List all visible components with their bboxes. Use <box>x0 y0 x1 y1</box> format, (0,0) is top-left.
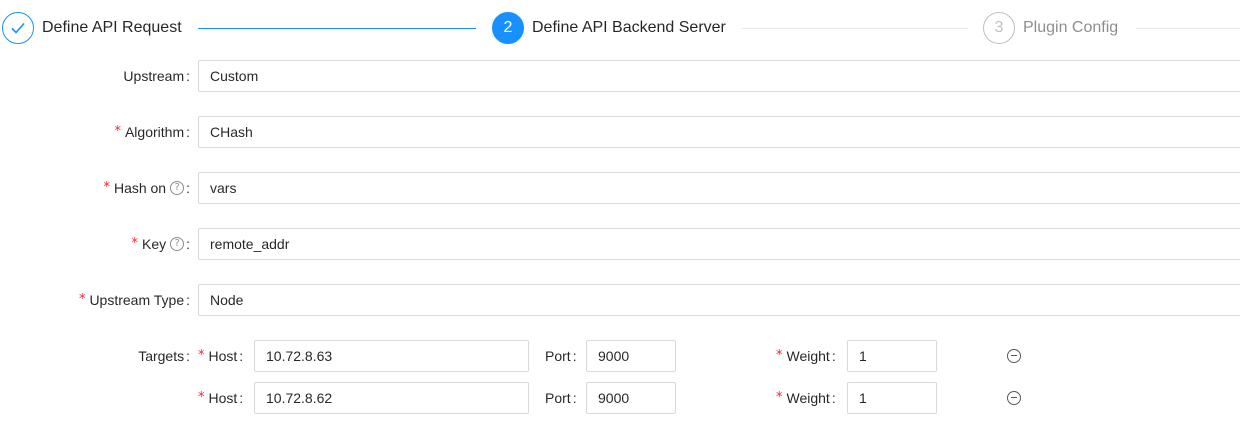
required-mark: * <box>114 124 121 139</box>
upstream-select[interactable]: Custom <box>198 60 1240 92</box>
weight-label-text: Weight <box>786 348 830 364</box>
required-mark: * <box>776 390 783 405</box>
step-2-number: 2 <box>503 19 513 36</box>
hash-on-label-colon: : <box>186 180 190 196</box>
required-mark: * <box>198 348 205 363</box>
upstream-label-colon: : <box>186 68 190 84</box>
weight-label: * Weight: <box>776 382 836 414</box>
key-select[interactable]: remote_addr <box>198 228 1240 260</box>
host-label-colon: : <box>239 348 244 364</box>
step-connector-3 <box>1136 28 1240 29</box>
required-mark: * <box>198 390 205 405</box>
targets-label-colon: : <box>186 348 190 364</box>
weight-label-colon: : <box>831 390 836 406</box>
minus-circle-icon[interactable] <box>1007 391 1021 405</box>
host-label: * Host: <box>198 340 243 372</box>
targets-label: Targets: <box>138 340 190 372</box>
upstream-type-row: * Upstream Type: Node <box>0 284 1240 316</box>
step-3-number-icon[interactable]: 3 <box>983 12 1015 44</box>
target-row-2: * Host: 10.72.8.62 Port: 9000 * Weight: 1 <box>0 382 1240 414</box>
upstream-type-select[interactable]: Node <box>198 284 1240 316</box>
hash-on-select[interactable]: vars <box>198 172 1240 204</box>
port-label: Port: <box>545 340 577 372</box>
required-mark: * <box>776 348 783 363</box>
host-label-text: Host <box>208 348 238 364</box>
check-icon <box>11 22 25 34</box>
required-mark: * <box>103 180 110 195</box>
weight-label: * Weight: <box>776 340 836 372</box>
weight-label-colon: : <box>831 348 836 364</box>
question-circle-icon[interactable]: ? <box>170 181 185 195</box>
targets-label-text: Targets <box>138 348 185 364</box>
step-2-title[interactable]: Define API Backend Server <box>532 17 726 39</box>
host-label-text: Host <box>208 390 238 406</box>
hash-on-row: * Hash on?: vars <box>0 172 1240 204</box>
step-1-check-icon[interactable] <box>2 12 34 44</box>
port-label-colon: : <box>572 348 577 364</box>
weight-label-text: Weight <box>786 390 830 406</box>
port-label: Port: <box>545 382 577 414</box>
step-connector-1 <box>198 28 476 29</box>
minus-circle-icon[interactable] <box>1007 349 1021 363</box>
host-label: * Host: <box>198 382 243 414</box>
weight-input[interactable]: 1 <box>847 340 937 372</box>
port-label-text: Port <box>545 348 571 364</box>
required-mark: * <box>78 292 86 307</box>
algorithm-label-colon: : <box>186 124 190 140</box>
upstream-label: Upstream: <box>123 60 190 92</box>
algorithm-label-text: Algorithm <box>124 124 185 140</box>
key-row: * Key?: remote_addr <box>0 228 1240 260</box>
question-circle-icon[interactable]: ? <box>170 237 185 251</box>
algorithm-select[interactable]: CHash <box>198 116 1240 148</box>
step-3-number: 3 <box>994 19 1004 36</box>
step-connector-2 <box>742 28 968 29</box>
host-input[interactable]: 10.72.8.62 <box>254 382 529 414</box>
step-3-title[interactable]: Plugin Config <box>1023 17 1118 39</box>
algorithm-row: * Algorithm: CHash <box>0 116 1240 148</box>
upstream-type-label: * Upstream Type: <box>79 284 190 316</box>
upstream-label-text: Upstream <box>123 68 185 84</box>
host-label-colon: : <box>239 390 244 406</box>
algorithm-label: * Algorithm: <box>114 116 190 148</box>
port-label-text: Port <box>545 390 571 406</box>
hash-on-label: * Hash on?: <box>103 172 190 204</box>
required-mark: * <box>131 236 138 251</box>
upstream-row: Upstream: Custom <box>0 60 1240 92</box>
upstream-type-label-text: Upstream Type <box>89 292 185 308</box>
steps-bar: Define API Request 2 Define API Backend … <box>0 0 1240 56</box>
weight-input[interactable]: 1 <box>847 382 937 414</box>
step-1-title[interactable]: Define API Request <box>42 17 182 39</box>
key-label-text: Key <box>141 236 167 252</box>
key-label-colon: : <box>186 236 190 252</box>
key-label: * Key?: <box>131 228 190 260</box>
host-input[interactable]: 10.72.8.63 <box>254 340 529 372</box>
port-input[interactable]: 9000 <box>586 340 676 372</box>
step-2-number-icon[interactable]: 2 <box>492 12 524 44</box>
target-row-1: Targets: * Host: 10.72.8.63 Port: 9000 * W… <box>0 340 1240 372</box>
port-label-colon: : <box>572 390 577 406</box>
port-input[interactable]: 9000 <box>586 382 676 414</box>
hash-on-label-text: Hash on <box>113 180 167 196</box>
upstream-type-label-colon: : <box>186 292 190 308</box>
